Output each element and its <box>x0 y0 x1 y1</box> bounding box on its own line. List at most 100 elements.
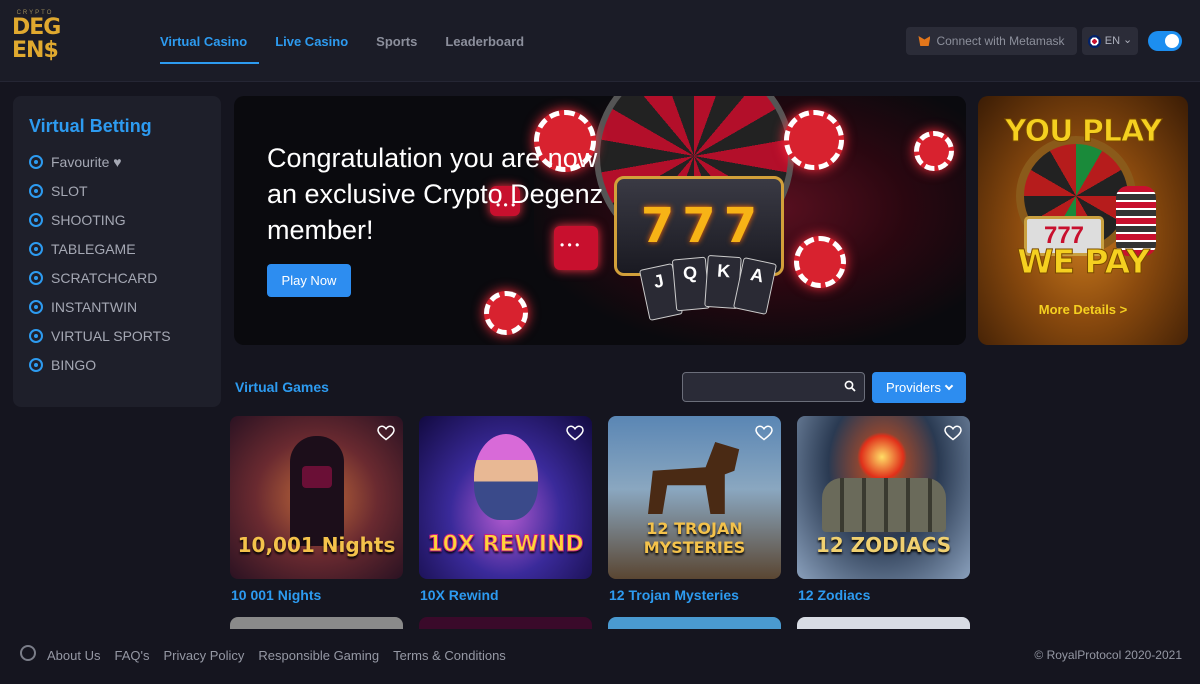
poker-chip-image <box>794 236 846 288</box>
poker-chip-image <box>914 131 954 171</box>
coin-icon <box>29 154 43 169</box>
game-art-text: 10,001 Nights <box>237 533 396 557</box>
footer-logo-icon <box>20 645 36 661</box>
banner-headline: Congratulation you are now an exclusive … <box>267 143 604 245</box>
category-sidebar: Virtual Betting Favourite ♥ SLOT SHOOTIN… <box>13 96 221 407</box>
sidebar-item-label: Favourite ♥ <box>51 153 122 170</box>
chevron-down-icon: ⌄ <box>1123 33 1133 46</box>
nav-virtual-casino[interactable]: Virtual Casino <box>160 22 247 62</box>
nav-sports[interactable]: Sports <box>376 22 417 62</box>
game-card[interactable]: 10X REWIND <box>419 416 592 579</box>
game-art-text: 10X REWIND <box>427 532 584 558</box>
game-card[interactable]: 12 ZODIACS <box>797 416 970 579</box>
heart-icon[interactable] <box>944 425 962 441</box>
site-footer: About Us FAQ's Privacy Policy Responsibl… <box>0 629 1200 684</box>
heart-icon[interactable] <box>377 425 395 441</box>
language-label: EN <box>1104 35 1121 47</box>
sidebar-item-label: BINGO <box>51 356 97 373</box>
game-card-partial[interactable] <box>230 617 403 629</box>
playing-cards-image: J Q K A <box>638 254 784 326</box>
nav-leaderboard[interactable]: Leaderboard <box>445 22 524 62</box>
game-artwork <box>822 478 946 532</box>
poker-chip-image <box>484 291 528 335</box>
hero-banner: 7 7 7 J Q K A Congratulation you are now… <box>234 96 966 345</box>
sidebar-item-virtual-sports[interactable]: VIRTUAL SPORTS <box>29 321 205 350</box>
logo-line-2: EN$ <box>12 38 59 63</box>
connect-metamask-label: Connect with Metamask <box>936 34 1065 48</box>
promo-heading-top: YOU PLAY <box>1004 114 1162 150</box>
promo-heading-bottom: WE PAY <box>1017 242 1151 282</box>
sidebar-item-favourite[interactable]: Favourite ♥ <box>29 147 205 176</box>
game-title[interactable]: 10X Rewind <box>420 587 499 603</box>
chevron-down-icon <box>944 381 954 391</box>
heart-icon[interactable] <box>755 425 773 441</box>
search-icon[interactable] <box>844 380 856 392</box>
game-artwork <box>290 436 344 546</box>
promo-card[interactable]: 777 YOU PLAY WE PAY More Details > <box>978 96 1188 345</box>
sidebar-item-label: SHOOTING <box>51 211 126 228</box>
search-input[interactable] <box>683 373 833 401</box>
coin-icon <box>29 299 43 314</box>
game-title[interactable]: 12 Trojan Mysteries <box>609 587 739 603</box>
providers-dropdown[interactable]: Providers <box>872 372 966 403</box>
uk-flag-icon <box>1087 34 1101 48</box>
game-title[interactable]: 12 Zodiacs <box>798 587 870 603</box>
language-selector[interactable]: EN ⌄ <box>1082 27 1138 55</box>
sidebar-item-label: VIRTUAL SPORTS <box>51 327 171 344</box>
coin-icon <box>29 270 43 285</box>
game-search <box>682 372 865 402</box>
sidebar-item-tablegame[interactable]: TABLEGAME <box>29 234 205 263</box>
coin-icon <box>29 183 43 198</box>
providers-label: Providers <box>886 380 941 395</box>
game-card[interactable]: 12 TROJAN MYSTERIES <box>608 416 781 579</box>
footer-link-privacy[interactable]: Privacy Policy <box>163 648 244 663</box>
footer-link-faq[interactable]: FAQ's <box>114 648 149 663</box>
game-card-partial[interactable] <box>797 617 970 629</box>
site-logo[interactable]: CRYPTO DEG EN$ <box>12 10 61 74</box>
metamask-fox-icon <box>918 36 931 46</box>
slot-digit: 7 <box>682 198 716 254</box>
footer-link-about[interactable]: About Us <box>47 648 100 663</box>
copyright-text: © RoyalProtocol 2020-2021 <box>1034 648 1182 662</box>
active-tab-indicator <box>160 62 259 64</box>
game-card-partial[interactable] <box>608 617 781 629</box>
more-details-link[interactable]: More Details > <box>978 302 1188 317</box>
game-card[interactable]: 10,001 Nights <box>230 416 403 579</box>
theme-toggle[interactable] <box>1148 31 1182 51</box>
connect-metamask-button[interactable]: Connect with Metamask <box>906 27 1077 55</box>
footer-link-terms[interactable]: Terms & Conditions <box>393 648 506 663</box>
sidebar-title: Virtual Betting <box>29 116 152 136</box>
game-card-partial[interactable] <box>419 617 592 629</box>
heart-icon[interactable] <box>566 425 584 441</box>
coin-icon <box>29 212 43 227</box>
sidebar-item-label: SCRATCHCARD <box>51 269 158 286</box>
slot-digit: 7 <box>640 198 675 254</box>
game-artwork <box>648 442 740 514</box>
top-header: CRYPTO DEG EN$ Virtual Casino Live Casin… <box>0 0 1200 82</box>
footer-link-responsible-gaming[interactable]: Responsible Gaming <box>258 648 379 663</box>
nav-live-casino[interactable]: Live Casino <box>275 22 348 62</box>
sidebar-item-scratchcard[interactable]: SCRATCHCARD <box>29 263 205 292</box>
sidebar-item-label: TABLEGAME <box>51 240 136 257</box>
sidebar-item-shooting[interactable]: SHOOTING <box>29 205 205 234</box>
coin-icon <box>29 357 43 372</box>
footer-links: About Us FAQ's Privacy Policy Responsibl… <box>47 648 520 663</box>
play-now-button[interactable]: Play Now <box>267 264 351 297</box>
sidebar-item-label: INSTANTWIN <box>51 298 138 315</box>
section-title: Virtual Games <box>235 379 329 395</box>
game-artwork <box>857 432 907 482</box>
logo-line-1: DEG <box>12 15 61 40</box>
game-art-text: 12 TROJAN MYSTERIES <box>643 519 746 557</box>
poker-chip-image <box>784 110 844 170</box>
coin-icon <box>29 328 43 343</box>
coin-icon <box>29 241 43 256</box>
game-art-text: 12 ZODIACS <box>815 533 952 557</box>
slot-digit: 7 <box>723 198 758 254</box>
game-artwork <box>474 434 538 520</box>
sidebar-item-instantwin[interactable]: INSTANTWIN <box>29 292 205 321</box>
sidebar-item-bingo[interactable]: BINGO <box>29 350 205 379</box>
sidebar-item-slot[interactable]: SLOT <box>29 176 205 205</box>
sidebar-item-label: SLOT <box>51 182 88 199</box>
game-title[interactable]: 10 001 Nights <box>231 587 321 603</box>
main-nav: Virtual Casino Live Casino Sports Leader… <box>160 22 552 62</box>
